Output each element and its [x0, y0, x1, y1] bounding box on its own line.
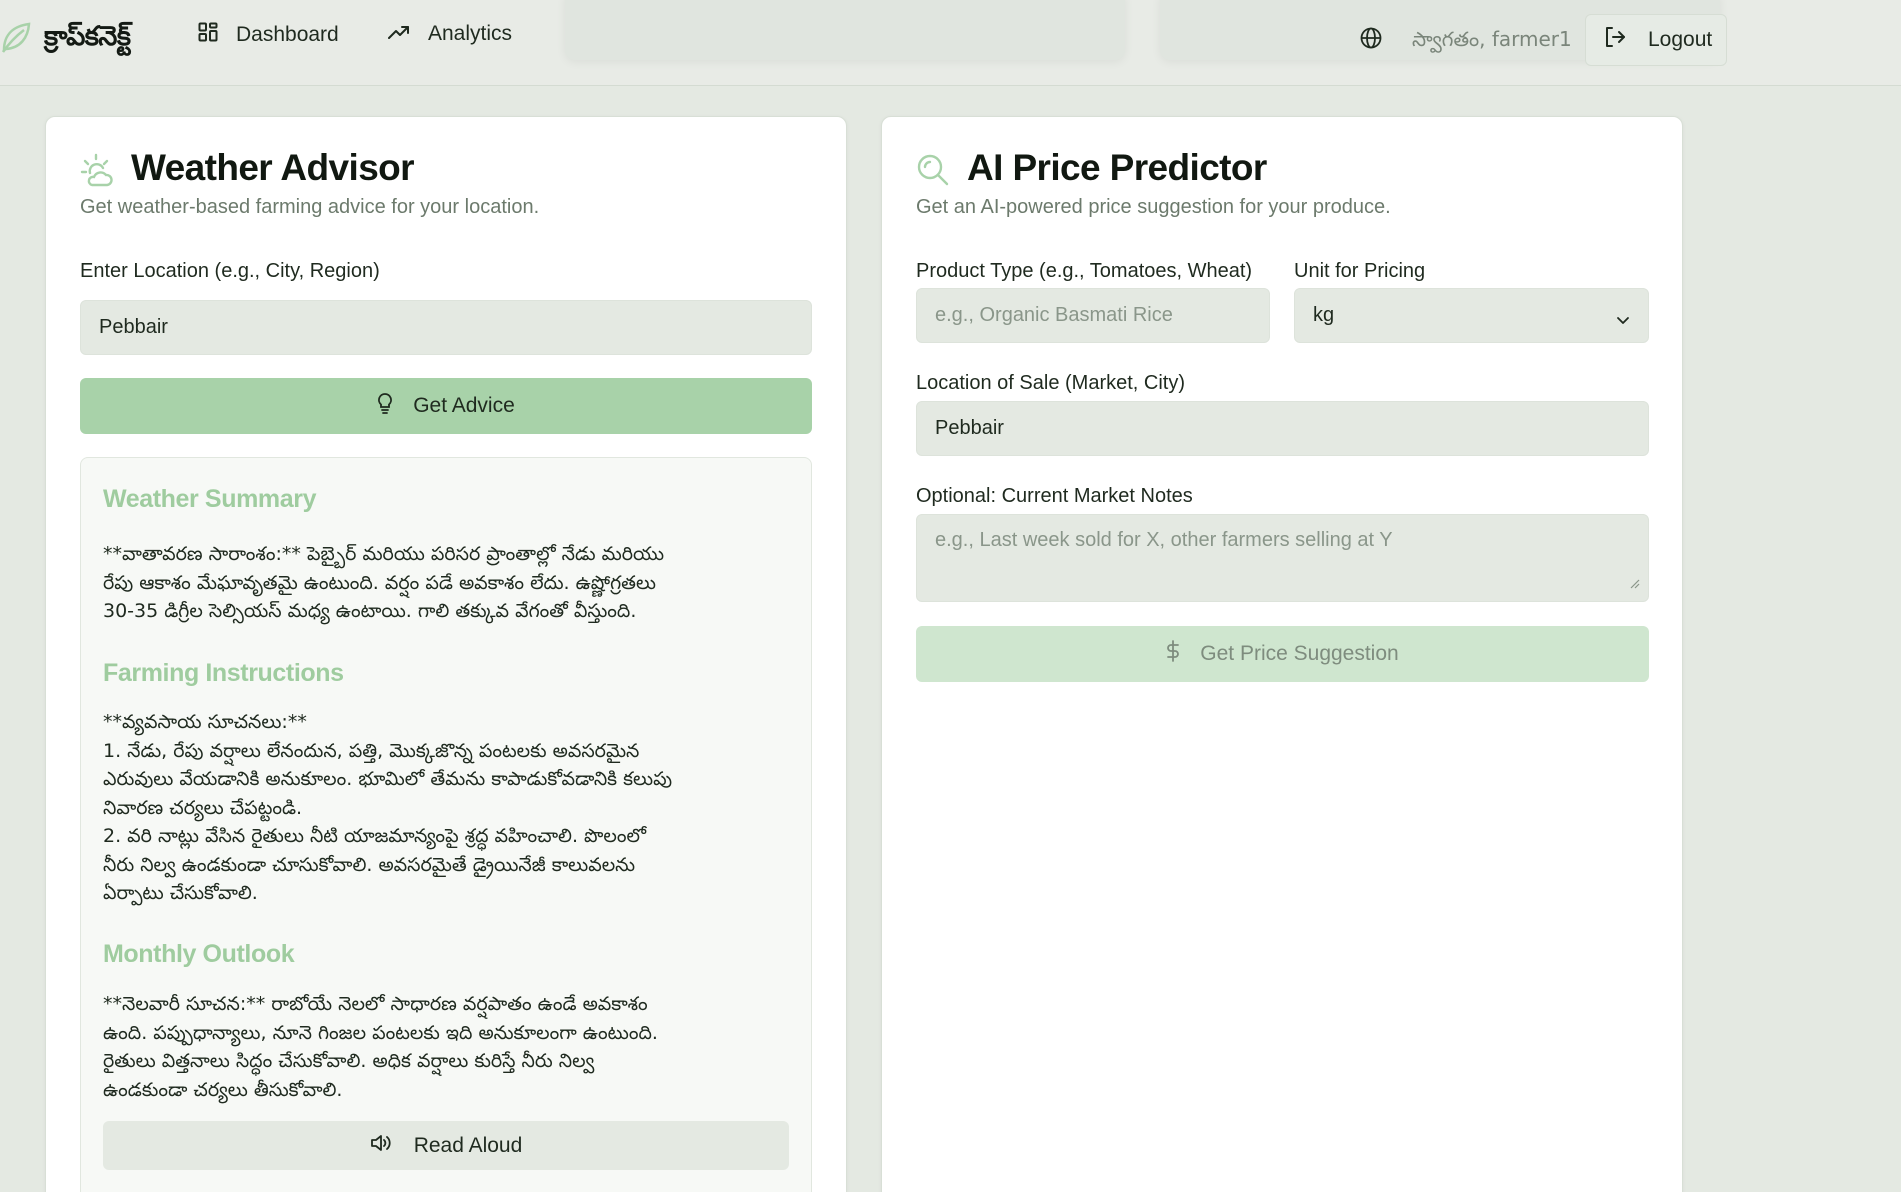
market-notes-textarea[interactable]: e.g., Last week sold for X, other farmer…: [916, 514, 1649, 602]
price-subtitle: Get an AI-powered price suggestion for y…: [916, 196, 1391, 218]
outlook-heading: Monthly Outlook: [103, 940, 295, 968]
chevron-down-icon: [1616, 309, 1630, 332]
get-advice-button[interactable]: Get Advice: [80, 378, 812, 434]
sale-location-label: Location of Sale (Market, City): [916, 372, 1185, 394]
instructions-text: **వ్యవసాయ సూచనలు:** 1. నేడు, రేపు వర్షాల…: [103, 711, 673, 904]
logout-icon: [1604, 26, 1626, 54]
read-aloud-button[interactable]: Read Aloud: [103, 1121, 789, 1170]
nav-analytics[interactable]: Analytics: [388, 22, 512, 46]
resize-grip-icon[interactable]: [1630, 572, 1640, 595]
welcome-text: స్వాగతం, farmer1: [1412, 27, 1572, 51]
price-predictor-card: AI Price Predictor Get an AI-powered pri…: [881, 116, 1683, 1192]
search-spark-icon: [916, 153, 950, 192]
top-navbar: క్రాప్‌కనెక్ట్ Dashboard Analytics స్వాగ…: [0, 0, 1901, 86]
market-notes-label: Optional: Current Market Notes: [916, 485, 1193, 507]
brand-title: క్రాప్‌కనెక్ట్: [44, 20, 131, 52]
lightbulb-icon: [377, 392, 413, 420]
logout-button[interactable]: Logout: [1585, 14, 1727, 66]
dollar-icon: [1166, 640, 1200, 668]
get-price-suggestion-label: Get Price Suggestion: [1200, 642, 1399, 665]
sun-cloud-icon: [80, 153, 116, 194]
outlook-text: **నెలవారీ సూచన:** రాబోయే నెలలో సాధారణ వర…: [103, 993, 658, 1101]
unit-label: Unit for Pricing: [1294, 260, 1426, 282]
location-input[interactable]: Pebbair: [80, 300, 812, 355]
dashboard-grid-icon: [198, 22, 236, 48]
globe-icon[interactable]: [1360, 27, 1382, 54]
product-type-input[interactable]: e.g., Organic Basmati Rice: [916, 288, 1270, 343]
logout-label: Logout: [1648, 28, 1713, 51]
summary-heading: Weather Summary: [103, 485, 317, 513]
get-advice-label: Get Advice: [413, 394, 515, 417]
market-notes-placeholder: e.g., Last week sold for X, other farmer…: [935, 529, 1393, 551]
weather-title: Weather Advisor: [131, 147, 415, 188]
price-title: AI Price Predictor: [967, 147, 1267, 188]
unit-selected-value: kg: [1313, 304, 1335, 326]
speaker-icon: [370, 1133, 414, 1159]
weather-advisor-card: Weather Advisor Get weather-based farmin…: [45, 116, 847, 1192]
brand[interactable]: క్రాప్‌కనెక్ట్: [0, 20, 131, 59]
nav-dashboard[interactable]: Dashboard: [198, 22, 339, 48]
get-price-suggestion-button[interactable]: Get Price Suggestion: [916, 626, 1649, 682]
product-type-label: Product Type (e.g., Tomatoes, Wheat): [916, 260, 1253, 282]
advice-result-panel: Weather Summary **వాతావరణ సారాంశం:** పెబ…: [80, 457, 812, 1192]
leaf-logo-icon: [0, 20, 32, 59]
instructions-heading: Farming Instructions: [103, 659, 344, 687]
background-ghost-card: [565, 0, 1125, 60]
location-label: Enter Location (e.g., City, Region): [80, 260, 380, 282]
nav-analytics-label: Analytics: [428, 22, 513, 45]
unit-select[interactable]: kg: [1294, 288, 1649, 343]
sale-location-input[interactable]: Pebbair: [916, 401, 1649, 456]
trending-up-icon: [388, 22, 428, 46]
weather-subtitle: Get weather-based farming advice for you…: [80, 196, 540, 218]
summary-text: **వాతావరణ సారాంశం:** పెబ్బైర్ మరియు పరిస…: [103, 543, 665, 622]
read-aloud-label: Read Aloud: [413, 1133, 523, 1157]
nav-dashboard-label: Dashboard: [236, 23, 339, 46]
